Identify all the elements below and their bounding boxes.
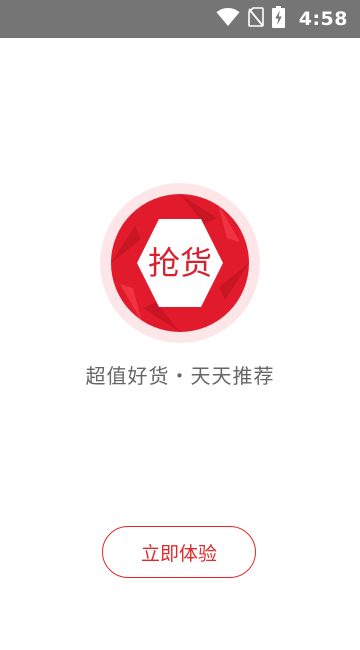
- app-logo: 抢货: [99, 182, 261, 344]
- status-icons: 4:58: [216, 0, 348, 38]
- wifi-icon: [216, 7, 240, 31]
- no-sim-icon: [247, 7, 264, 31]
- status-bar: 4:58: [0, 0, 360, 38]
- slogan-text: 超值好货・天天推荐: [85, 364, 275, 388]
- try-now-button[interactable]: 立即体验: [102, 526, 256, 578]
- battery-charging-icon: [271, 6, 285, 32]
- logo-text: 抢货: [148, 244, 212, 282]
- try-now-label: 立即体验: [140, 542, 217, 565]
- status-time: 4:58: [298, 8, 348, 30]
